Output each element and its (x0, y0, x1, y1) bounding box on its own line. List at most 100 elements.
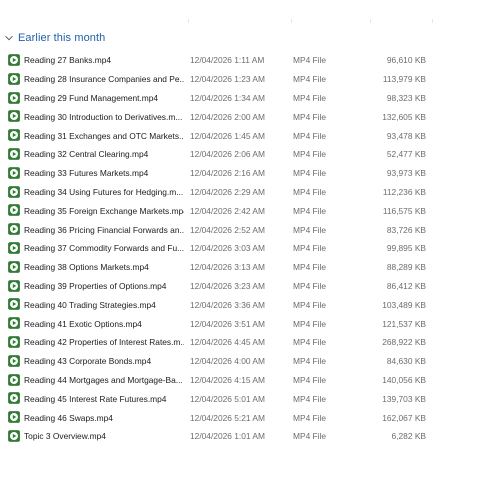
file-row[interactable]: Reading 32 Central Clearing.mp4 12/04/20… (0, 145, 500, 164)
file-row[interactable]: Reading 34 Using Futures for Hedging.m..… (0, 183, 500, 202)
file-date-modified: 12/04/2026 1:34 AM (190, 92, 265, 103)
file-type: MP4 File (293, 280, 327, 291)
file-size: 162,067 KB (382, 412, 426, 423)
file-type: MP4 File (293, 299, 327, 310)
column-divider[interactable] (188, 19, 189, 23)
file-row[interactable]: Reading 31 Exchanges and OTC Markets....… (0, 126, 500, 145)
file-size: 96,610 KB (386, 55, 426, 66)
file-type: MP4 File (293, 318, 327, 329)
file-row[interactable]: Reading 37 Commodity Forwards and Fu... … (0, 239, 500, 258)
file-row[interactable]: Reading 30 Introduction to Derivatives.m… (0, 107, 500, 126)
file-name: Reading 34 Using Futures for Hedging.m..… (24, 186, 184, 197)
column-divider[interactable] (432, 19, 433, 23)
file-name: Reading 46 Swaps.mp4 (24, 412, 113, 423)
mp4-file-icon (8, 392, 20, 405)
file-date-modified: 12/04/2026 3:23 AM (190, 280, 265, 291)
file-date-modified: 12/04/2026 3:13 AM (190, 262, 265, 273)
file-date-modified: 12/04/2026 1:45 AM (190, 130, 265, 141)
file-size: 83,726 KB (386, 224, 426, 235)
file-row[interactable]: Reading 43 Corporate Bonds.mp4 12/04/202… (0, 352, 500, 371)
file-row[interactable]: Topic 3 Overview.mp4 12/04/2026 1:01 AM … (0, 427, 500, 446)
file-type: MP4 File (293, 111, 327, 122)
file-row[interactable]: Reading 41 Exotic Options.mp4 12/04/2026… (0, 314, 500, 333)
file-size: 139,703 KB (382, 393, 426, 404)
file-row[interactable]: Reading 39 Properties of Options.mp4 12/… (0, 277, 500, 296)
column-header-strip (0, 0, 500, 28)
file-row[interactable]: Reading 27 Banks.mp4 12/04/2026 1:11 AM … (0, 51, 500, 70)
file-name: Reading 44 Mortgages and Mortgage-Ba... (24, 374, 183, 385)
file-type: MP4 File (293, 356, 327, 367)
file-date-modified: 12/04/2026 4:45 AM (190, 337, 265, 348)
mp4-file-icon (8, 336, 20, 348)
file-date-modified: 12/04/2026 2:42 AM (190, 205, 265, 216)
mp4-file-icon (8, 72, 20, 85)
file-row[interactable]: Reading 33 Futures Markets.mp4 12/04/202… (0, 164, 500, 183)
file-row[interactable]: Reading 40 Trading Strategies.mp4 12/04/… (0, 295, 500, 314)
file-row[interactable]: Reading 29 Fund Management.mp4 12/04/202… (0, 89, 500, 108)
file-name: Reading 28 Insurance Companies and Pe... (24, 74, 184, 85)
file-type: MP4 File (293, 393, 327, 404)
file-date-modified: 12/04/2026 3:03 AM (190, 243, 265, 254)
file-size: 112,236 KB (382, 186, 426, 197)
mp4-file-icon (8, 279, 20, 292)
file-name: Reading 35 Foreign Exchange Markets.mp4 (24, 205, 184, 216)
file-name: Reading 33 Futures Markets.mp4 (24, 168, 149, 179)
file-date-modified: 12/04/2026 5:21 AM (190, 412, 265, 423)
file-size: 99,895 KB (386, 243, 426, 254)
file-date-modified: 12/04/2026 2:29 AM (190, 186, 265, 197)
file-size: 140,056 KB (382, 374, 426, 385)
file-row[interactable]: Reading 45 Interest Rate Futures.mp4 12/… (0, 389, 500, 408)
file-date-modified: 12/04/2026 1:23 AM (190, 74, 265, 85)
file-row[interactable]: Reading 38 Options Markets.mp4 12/04/202… (0, 258, 500, 277)
chevron-down-icon[interactable] (2, 31, 16, 45)
column-divider[interactable] (370, 19, 371, 23)
mp4-file-icon (8, 354, 20, 367)
file-date-modified: 12/04/2026 2:52 AM (190, 224, 265, 235)
file-name: Reading 32 Central Clearing.mp4 (24, 149, 149, 160)
file-row[interactable]: Reading 46 Swaps.mp4 12/04/2026 5:21 AM … (0, 408, 500, 427)
mp4-file-icon (8, 223, 20, 235)
file-size: 116,575 KB (382, 205, 426, 216)
file-name: Reading 43 Corporate Bonds.mp4 (24, 356, 152, 367)
group-title: Earlier this month (18, 32, 106, 44)
mp4-file-icon (8, 185, 20, 198)
mp4-file-icon (8, 411, 20, 423)
mp4-file-icon (8, 91, 20, 104)
file-type: MP4 File (293, 168, 327, 179)
file-row[interactable]: Reading 28 Insurance Companies and Pe...… (0, 70, 500, 89)
file-date-modified: 12/04/2026 2:06 AM (190, 149, 265, 160)
mp4-file-icon (8, 242, 20, 254)
file-size: 98,323 KB (386, 92, 426, 103)
file-name: Reading 27 Banks.mp4 (24, 55, 112, 66)
mp4-file-icon (8, 204, 20, 217)
file-row[interactable]: Reading 36 Pricing Financial Forwards an… (0, 220, 500, 239)
file-list: Reading 27 Banks.mp4 12/04/2026 1:11 AM … (0, 51, 500, 446)
file-type: MP4 File (293, 412, 327, 423)
file-type: MP4 File (293, 55, 327, 66)
file-name: Reading 41 Exotic Options.mp4 (24, 318, 142, 329)
file-row[interactable]: Reading 42 Properties of Interest Rates.… (0, 333, 500, 352)
file-name: Topic 3 Overview.mp4 (24, 431, 106, 442)
mp4-file-icon (8, 260, 20, 273)
file-size: 113,979 KB (382, 74, 426, 85)
file-size: 86,412 KB (386, 280, 426, 291)
file-date-modified: 12/04/2026 2:00 AM (190, 111, 265, 122)
file-name: Reading 36 Pricing Financial Forwards an… (24, 224, 184, 235)
file-size: 52,477 KB (386, 149, 426, 160)
file-size: 103,489 KB (382, 299, 426, 310)
file-name: Reading 29 Fund Management.mp4 (24, 92, 159, 103)
file-type: MP4 File (293, 149, 327, 160)
mp4-file-icon (8, 54, 20, 66)
file-date-modified: 12/04/2026 3:51 AM (190, 318, 265, 329)
file-row[interactable]: Reading 35 Foreign Exchange Markets.mp4 … (0, 201, 500, 220)
file-date-modified: 12/04/2026 4:15 AM (190, 374, 265, 385)
column-divider[interactable] (291, 19, 292, 23)
file-date-modified: 12/04/2026 1:11 AM (190, 55, 265, 66)
file-name: Reading 31 Exchanges and OTC Markets.... (24, 130, 184, 141)
file-row[interactable]: Reading 44 Mortgages and Mortgage-Ba... … (0, 371, 500, 390)
file-type: MP4 File (293, 243, 327, 254)
group-header-earlier-this-month[interactable]: Earlier this month (2, 30, 105, 46)
file-type: MP4 File (293, 186, 327, 197)
file-type: MP4 File (293, 130, 327, 141)
mp4-file-icon (8, 373, 20, 386)
